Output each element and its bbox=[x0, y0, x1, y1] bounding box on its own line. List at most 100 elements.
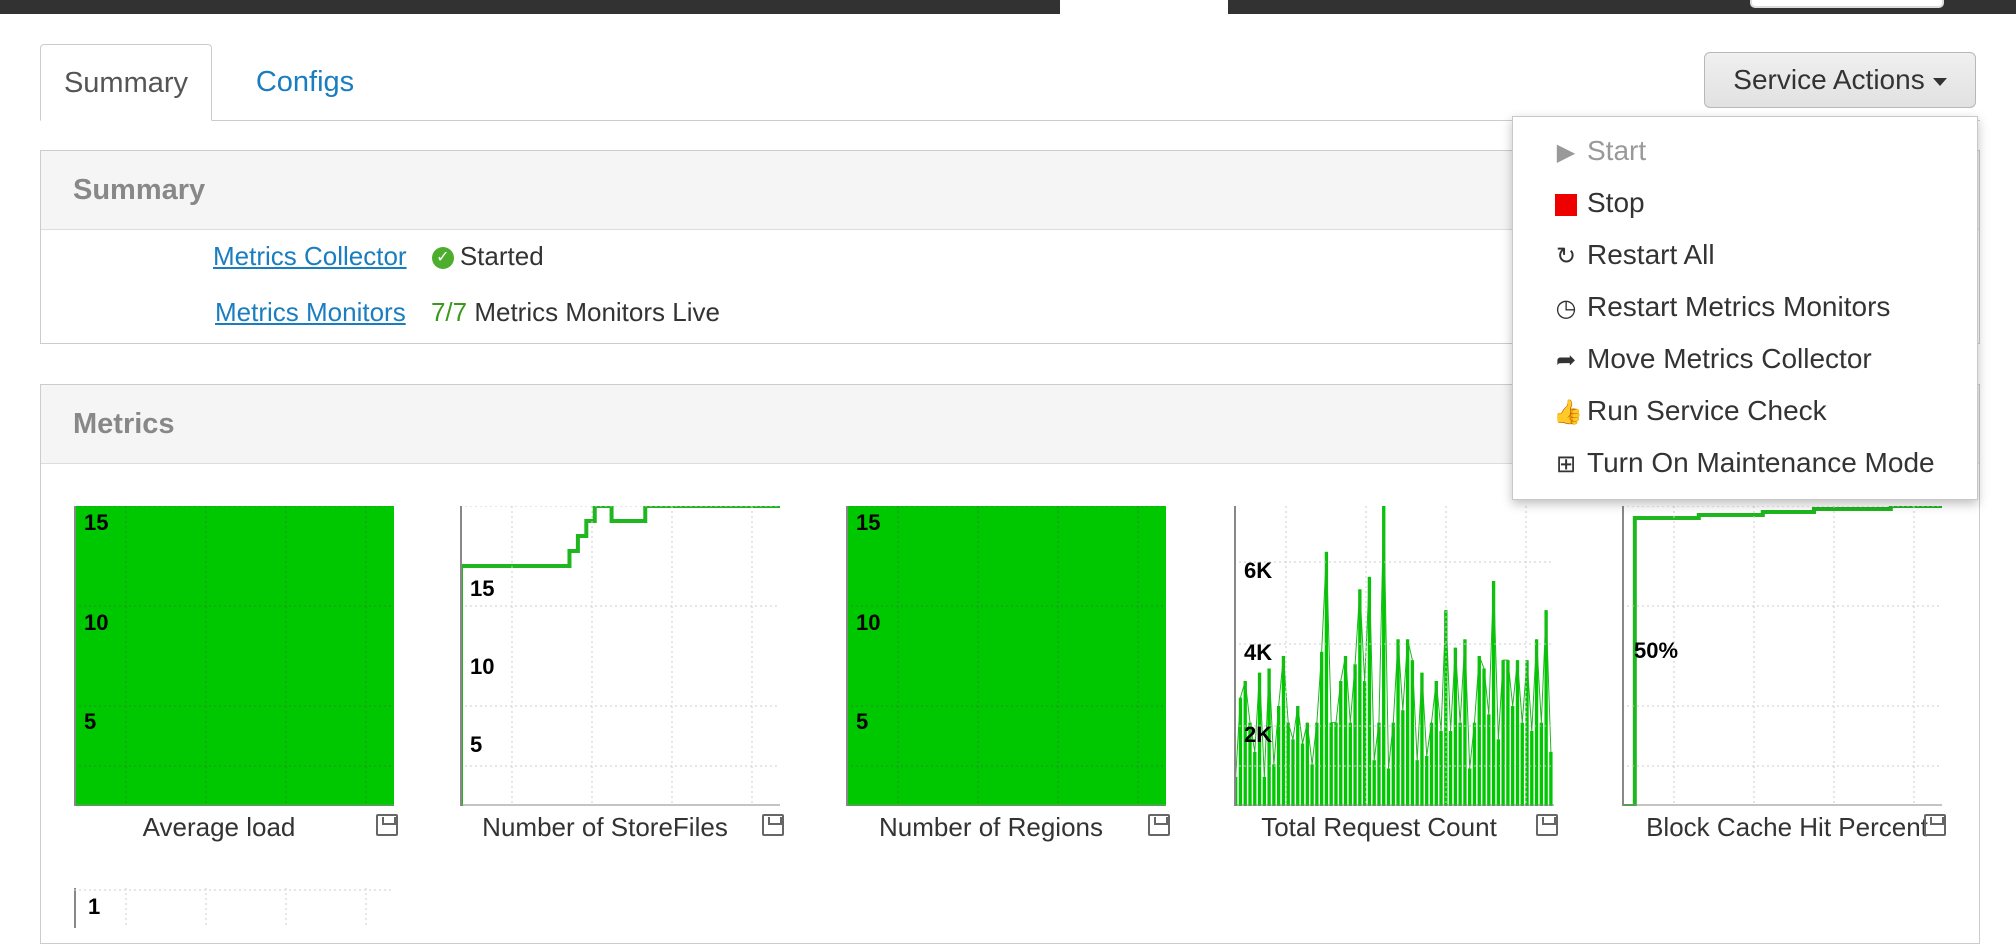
y-tick-label: 15 bbox=[84, 510, 109, 535]
monitors-live-text: Metrics Monitors Live bbox=[474, 297, 720, 327]
top-navbar bbox=[0, 0, 2016, 14]
chart-plot bbox=[1234, 506, 1554, 806]
bar bbox=[1511, 706, 1515, 806]
area-fill bbox=[74, 506, 394, 806]
y-tick-label: 5 bbox=[470, 732, 483, 757]
chart-title: Number of Regions bbox=[879, 812, 1103, 842]
stop-icon bbox=[1555, 193, 1577, 216]
menu-item-restart-monitors[interactable]: ◷ Restart Metrics Monitors bbox=[1553, 291, 1891, 323]
bar bbox=[1425, 756, 1429, 806]
bar bbox=[1353, 664, 1357, 806]
navbar-search-box[interactable] bbox=[1750, 0, 1944, 8]
check-circle-icon: ✓ bbox=[431, 247, 454, 270]
menu-item-label: Turn On Maintenance Mode bbox=[1587, 447, 1935, 478]
bar bbox=[1339, 681, 1343, 806]
chart-title: Total Request Count bbox=[1261, 812, 1497, 842]
series-line bbox=[460, 506, 780, 568]
bar bbox=[1448, 731, 1453, 806]
bar bbox=[1549, 751, 1553, 806]
service-actions-label: Service Actions bbox=[1733, 64, 1925, 95]
bar bbox=[1468, 768, 1472, 806]
menu-item-label: Restart Metrics Monitors bbox=[1587, 291, 1891, 322]
bar bbox=[1253, 751, 1257, 806]
y-tick-label: 10 bbox=[84, 610, 109, 635]
chart-title: Number of StoreFiles bbox=[482, 812, 728, 842]
bar bbox=[1296, 706, 1300, 806]
bar bbox=[1358, 589, 1362, 806]
bar bbox=[1372, 760, 1376, 806]
menu-item-label: Move Metrics Collector bbox=[1587, 343, 1872, 374]
monitors-count: 7/7 bbox=[430, 297, 468, 327]
tab-configs[interactable]: Configs bbox=[230, 44, 380, 120]
extra-chart-ytick: 1 bbox=[88, 894, 101, 919]
bar bbox=[1482, 668, 1486, 806]
save-icon[interactable] bbox=[1536, 814, 1558, 836]
menu-item-maintenance[interactable]: ⊞ Turn On Maintenance Mode bbox=[1553, 447, 1935, 479]
y-tick-label: 50% bbox=[1634, 638, 1679, 663]
chart-plot bbox=[846, 506, 1166, 806]
service-tabs: Summary Configs bbox=[40, 44, 1980, 121]
share-icon: ➦ bbox=[1555, 347, 1577, 375]
bar bbox=[1272, 764, 1276, 806]
y-tick-label: 5 bbox=[84, 709, 97, 734]
clock-icon: ◷ bbox=[1555, 295, 1577, 323]
caret-down-icon bbox=[1932, 77, 1947, 86]
bar bbox=[1539, 722, 1544, 806]
monitors-row: Metrics Monitors 7/7 Metrics Monitors Li… bbox=[215, 297, 720, 328]
extra-chart-plot bbox=[74, 888, 394, 928]
save-icon[interactable] bbox=[1148, 814, 1170, 836]
menu-item-stop[interactable]: Stop bbox=[1553, 187, 1645, 219]
menu-item-label: Start bbox=[1587, 135, 1647, 166]
y-tick-label: 15 bbox=[856, 510, 881, 535]
bar bbox=[1506, 660, 1510, 806]
tab-summary[interactable]: Summary bbox=[40, 44, 212, 121]
menu-item-start[interactable]: ▶ Start bbox=[1553, 135, 1646, 167]
menu-item-label: Stop bbox=[1587, 187, 1645, 218]
bar bbox=[1286, 722, 1290, 806]
bar bbox=[1310, 764, 1314, 806]
y-tick-label: 15 bbox=[470, 576, 495, 601]
bar bbox=[1434, 681, 1438, 806]
metrics-monitors-link[interactable]: Metrics Monitors bbox=[215, 297, 406, 327]
area-fill bbox=[846, 506, 1166, 806]
metrics-collector-link[interactable]: Metrics Collector bbox=[213, 241, 407, 271]
navbar-active-tab[interactable] bbox=[1060, 0, 1228, 14]
bar bbox=[1496, 739, 1501, 806]
thumbs-up-icon: 👍 bbox=[1553, 399, 1583, 427]
chart-title: Block Cache Hit Percent bbox=[1646, 812, 1928, 842]
bar bbox=[1439, 731, 1443, 806]
bar bbox=[1348, 722, 1352, 806]
bar bbox=[1415, 760, 1419, 806]
menu-item-move-collector[interactable]: ➦ Move Metrics Collector bbox=[1553, 343, 1872, 375]
y-tick-label: 10 bbox=[470, 654, 495, 679]
menu-item-restart-all[interactable]: ↻ Restart All bbox=[1553, 239, 1715, 271]
collector-row: Metrics Collector ✓ Started bbox=[213, 241, 544, 272]
bar bbox=[1458, 722, 1462, 806]
menu-item-label: Run Service Check bbox=[1587, 395, 1827, 426]
menu-item-label: Restart All bbox=[1587, 239, 1715, 270]
save-icon[interactable] bbox=[762, 814, 784, 836]
bar bbox=[1530, 731, 1534, 806]
y-tick-label: 5 bbox=[856, 709, 869, 734]
save-icon[interactable] bbox=[376, 814, 398, 836]
y-tick-label: 2K bbox=[1244, 722, 1273, 747]
bar bbox=[1487, 714, 1491, 806]
save-icon[interactable] bbox=[1924, 814, 1946, 836]
refresh-icon: ↻ bbox=[1555, 243, 1577, 271]
medkit-icon: ⊞ bbox=[1555, 451, 1577, 479]
bar bbox=[1329, 722, 1333, 806]
menu-item-service-check[interactable]: 👍 Run Service Check bbox=[1553, 395, 1827, 427]
chart-plot bbox=[74, 506, 394, 806]
bar bbox=[1515, 660, 1520, 806]
bar bbox=[1520, 722, 1524, 806]
bar bbox=[1300, 743, 1305, 806]
chart-plot bbox=[460, 506, 780, 806]
bar bbox=[1429, 722, 1434, 806]
collector-status: Started bbox=[459, 241, 544, 271]
play-icon: ▶ bbox=[1556, 139, 1576, 167]
y-tick-label: 4K bbox=[1244, 640, 1273, 665]
service-actions-button[interactable]: Service Actions bbox=[1704, 52, 1976, 108]
bar bbox=[1291, 739, 1295, 806]
bar bbox=[1405, 639, 1410, 806]
bar bbox=[1334, 722, 1338, 806]
